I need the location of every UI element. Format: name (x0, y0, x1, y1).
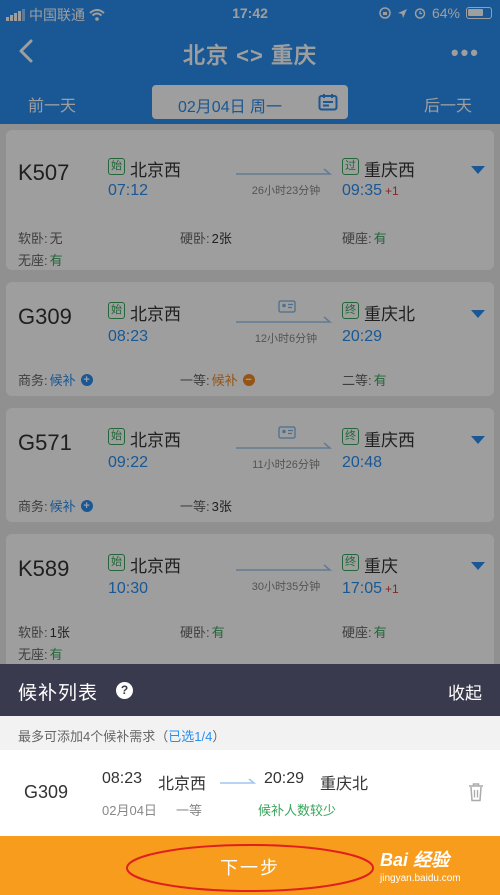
waitlist-status: 候补人数较少 (258, 803, 337, 818)
waitlist-date: 02月04日 (102, 803, 157, 818)
hint-text: 最多可添加4个候补需求（ (18, 729, 169, 744)
baidu-logo: Bai 经验 (380, 850, 450, 870)
waitlist-dep-time: 08:23 (102, 770, 143, 787)
route-arrow-icon (220, 778, 256, 784)
trash-icon[interactable] (468, 782, 484, 802)
modal-overlay[interactable] (0, 0, 500, 664)
waitlist-arr-time: 20:29 (264, 770, 305, 787)
waitlist-dep-station: 北京西 (158, 776, 207, 793)
watermark-url: jingyan.baidu.com (380, 873, 461, 884)
waitlist-hint: 最多可添加4个候补需求（已选1/4） (0, 716, 500, 750)
selected-count: 已选1/4 (168, 729, 213, 744)
waitlist-seat-class: 一等 (176, 803, 203, 818)
waitlist-arr-station: 重庆北 (320, 776, 369, 793)
waitlist-train-number: G309 (24, 782, 69, 802)
annotation-ellipse (126, 844, 374, 892)
baidu-watermark: Bai 经验 jingyan.baidu.com (380, 846, 461, 884)
waitlist-header: 候补列表 ? 收起 (0, 664, 500, 716)
waitlist-item[interactable]: G309 08:23 北京西 20:29 重庆北 02月04日 一等 候补人数较… (0, 750, 500, 836)
help-icon[interactable]: ? (116, 682, 133, 699)
collapse-button[interactable]: 收起 (448, 679, 482, 704)
waitlist-title: 候补列表 (18, 683, 99, 704)
